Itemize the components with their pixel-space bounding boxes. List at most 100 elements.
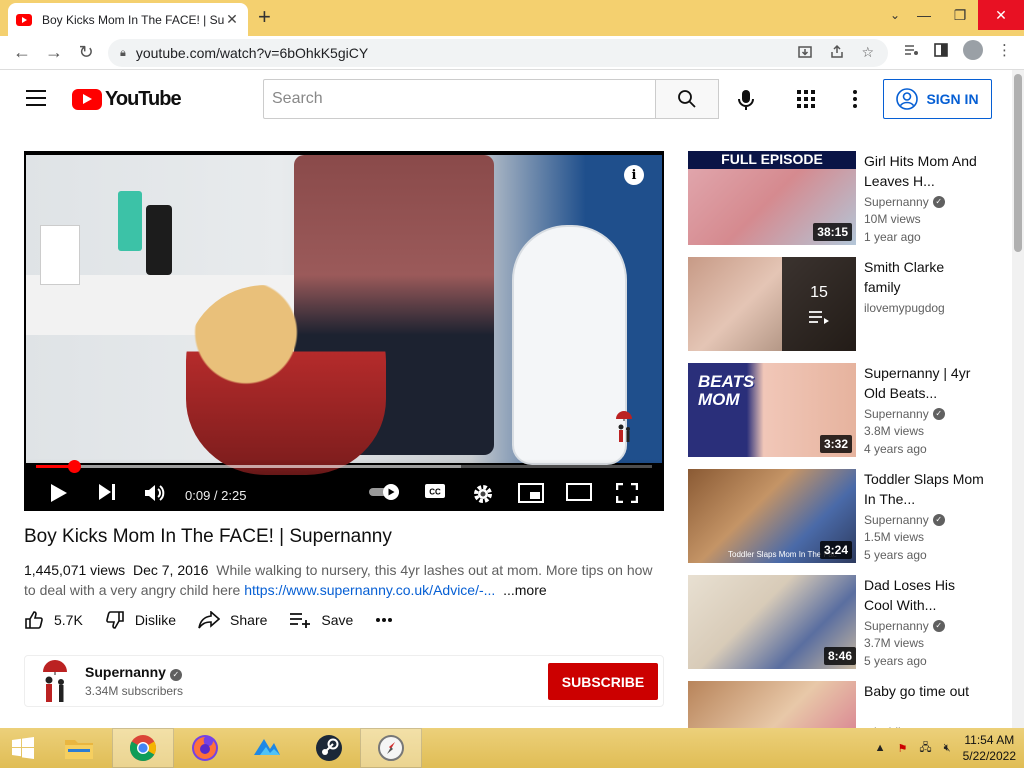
tab-search-chevron-icon[interactable]: ⌄ (890, 8, 900, 22)
bookmark-star-icon[interactable]: ☆ (861, 44, 874, 61)
recommendation-item[interactable]: FULL EPISODE 38:15 Girl Hits Mom And Lea… (688, 151, 998, 257)
scrollbar-thumb[interactable] (1014, 74, 1022, 252)
tab-close-icon[interactable]: ✕ (224, 11, 240, 28)
volume-button[interactable] (144, 483, 166, 503)
taskbar-file-explorer[interactable] (46, 728, 112, 768)
address-bar[interactable]: 🔒︎ youtube.com/watch?v=6bOhkK5giCY (108, 39, 888, 67)
thumbs-down-icon (105, 611, 124, 629)
like-count: 5.7K (54, 612, 83, 628)
forward-arrow-icon[interactable]: → (38, 37, 70, 69)
fullscreen-icon (616, 483, 638, 503)
back-arrow-icon[interactable]: ← (6, 37, 38, 69)
browser-tab[interactable]: Boy Kicks Mom In The FACE! | Su ✕ (8, 3, 248, 36)
search-button[interactable] (655, 79, 719, 119)
video-thumbnail[interactable]: Toddler Slaps Mom In The Fac 3:24 (688, 469, 856, 563)
play-icon (51, 484, 67, 502)
tray-overflow-icon[interactable]: ▲ (875, 742, 886, 754)
recommendation-item[interactable]: 8:46 Dad Loses His Cool With... Supernan… (688, 575, 998, 681)
recommendation-views: 1.5M views (864, 530, 925, 544)
omnibox-actions: ☆ (797, 44, 874, 61)
action-center-flag-icon[interactable]: ⚑ (898, 742, 908, 755)
video-thumbnail[interactable] (688, 681, 856, 731)
recommendation-title[interactable]: Supernanny | 4yr Old Beats... (864, 363, 984, 403)
fullscreen-button[interactable] (616, 483, 638, 503)
settings-button[interactable] (472, 483, 494, 505)
play-button[interactable] (50, 483, 68, 503)
bottle (40, 225, 80, 285)
start-button[interactable] (0, 728, 46, 768)
recommendation-channel[interactable]: Supernanny ✓ (864, 513, 984, 527)
video-frame (26, 155, 662, 475)
recommendation-title[interactable]: Smith Clarke family (864, 257, 984, 297)
save-button[interactable]: Save (289, 612, 353, 628)
dislike-button[interactable]: Dislike (105, 610, 176, 630)
theater-mode-button[interactable] (566, 483, 592, 501)
vscode-like-icon (254, 739, 280, 755)
share-label: Share (230, 612, 268, 628)
profile-avatar-icon[interactable] (963, 40, 983, 60)
share-button[interactable]: Share (198, 611, 267, 629)
volume-muted-icon[interactable]: 🔇︎ (944, 742, 951, 755)
recommendation-item[interactable]: 15 Smith Clarke family ilovemypugdog (688, 257, 998, 363)
save-label: Save (321, 612, 354, 628)
recommendation-channel[interactable]: Supernanny ✓ (864, 619, 984, 633)
taskbar-clock[interactable]: 11:54 AM 5/22/2022 (963, 732, 1016, 764)
install-app-icon[interactable] (797, 44, 813, 60)
page-scrollbar[interactable] (1012, 70, 1024, 728)
info-icon[interactable]: i (624, 165, 644, 185)
clock-time: 11:54 AM (964, 733, 1015, 747)
recommendation-item[interactable]: Toddler Slaps Mom In The Fac 3:24 Toddle… (688, 469, 998, 575)
miniplayer-button[interactable] (518, 483, 544, 503)
recommendation-title[interactable]: Dad Loses His Cool With... (864, 575, 984, 615)
hamburger-menu-icon[interactable] (26, 90, 46, 111)
video-description[interactable]: 1,445,071 views Dec 7, 2016 While walkin… (24, 560, 664, 600)
recommendation-channel[interactable]: Supernanny ✓ (864, 195, 984, 209)
side-panel-icon[interactable] (933, 42, 949, 58)
share-icon[interactable] (829, 44, 845, 60)
taskbar-chrome[interactable] (112, 728, 174, 768)
next-icon (99, 484, 115, 500)
reload-icon[interactable]: ↻ (70, 37, 102, 69)
recommendation-channel[interactable]: Supernanny ✓ (864, 407, 984, 421)
channel-avatar[interactable] (35, 660, 75, 704)
channel-name[interactable]: Supernanny ✓ (85, 664, 182, 681)
youtube-logo[interactable]: YouTube (72, 88, 182, 111)
recommendation-title[interactable]: Baby go time out (864, 681, 984, 721)
taskbar-firefox[interactable] (174, 728, 236, 768)
new-tab-button[interactable]: + (258, 6, 271, 28)
taskbar-steam[interactable] (298, 728, 360, 768)
video-thumbnail[interactable]: 15 (688, 257, 856, 351)
recommendation-title[interactable]: Girl Hits Mom And Leaves H... (864, 151, 984, 191)
description-link[interactable]: https://www.supernanny.co.uk/Advice/-... (244, 582, 495, 598)
video-thumbnail[interactable]: FULL EPISODE 38:15 (688, 151, 856, 245)
minimize-button[interactable]: — (906, 0, 942, 30)
restore-button[interactable]: ❐ (942, 0, 978, 30)
recommendation-channel[interactable]: ilovemypugdog (864, 301, 984, 315)
taskbar-app-blue[interactable] (236, 728, 298, 768)
close-window-button[interactable]: ✕ (978, 0, 1024, 30)
recommendation-item[interactable]: BEATS MOM 3:32 Supernanny | 4yr Old Beat… (688, 363, 998, 469)
recommendation-views: 3.8M views (864, 424, 925, 438)
media-controls-icon[interactable] (903, 42, 919, 58)
captions-button[interactable]: CC (424, 483, 446, 499)
sign-in-button[interactable]: SIGN IN (883, 79, 992, 119)
progress-bar[interactable] (36, 460, 652, 473)
settings-more-icon[interactable] (852, 90, 858, 113)
video-player[interactable]: i 0:09 / 2:25 CC (24, 151, 664, 511)
subscribe-button[interactable]: SUBSCRIBE (548, 663, 658, 700)
more-actions-button[interactable] (375, 617, 393, 623)
browser-menu-icon[interactable]: ⋮ (997, 41, 1012, 59)
recommendation-title[interactable]: Toddler Slaps Mom In The... (864, 469, 984, 509)
autoplay-toggle[interactable] (368, 483, 402, 501)
taskbar-compass-app[interactable] (360, 728, 422, 768)
network-icon[interactable]: 🖧︎ (919, 739, 931, 758)
like-button[interactable]: 5.7K (24, 610, 83, 630)
next-button[interactable] (98, 483, 116, 501)
scrubber-handle[interactable] (68, 460, 82, 473)
voice-search-button[interactable] (730, 84, 762, 116)
search-input[interactable]: Search (263, 79, 656, 119)
recommendation-item[interactable]: Baby go time out crivchik (688, 681, 998, 731)
show-more-link[interactable]: ...more (503, 582, 547, 598)
video-thumbnail[interactable]: BEATS MOM 3:32 (688, 363, 856, 457)
apps-grid-icon[interactable] (797, 90, 815, 113)
